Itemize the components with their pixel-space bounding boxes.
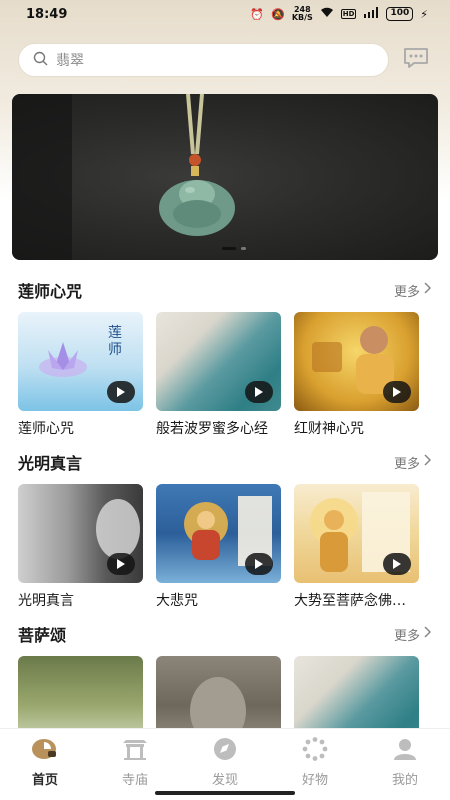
play-icon [392,555,402,574]
more-label: 更多 [393,456,420,472]
profile-icon [391,737,419,765]
play-icon [116,555,126,574]
svg-text:师: 师 [108,342,122,358]
section-title: 菩萨颂 [18,626,67,645]
home-icon [31,737,59,765]
banner-pagination [222,247,246,250]
message-button[interactable] [401,45,431,75]
media-card[interactable]: 般若波罗蜜多心经 [156,312,281,438]
more-label: 更多 [393,628,420,644]
search-icon [33,51,48,70]
compass-icon [211,737,239,765]
section-title: 光明真言 [18,454,83,473]
more-button[interactable]: 更多 [394,453,432,472]
banner-dot-active [222,247,236,250]
card-row: 莲 师 莲师心咒 般若波罗蜜多心经 红财神心咒 [0,312,450,438]
status-bar: 18:49 ⏰ 🔕 248 KB/S HD 100 ⚡ [0,0,450,28]
card-title: 大势至菩萨念佛圆通章 [294,593,419,609]
card-row: 光明真言 大悲咒 大势至菩萨念佛圆通 [0,484,450,610]
section-lianshi: 莲师心咒 更多 莲 师 莲师心咒 般若波罗蜜多心经 红财神心咒 [0,278,450,438]
play-icon [392,383,402,402]
more-button[interactable]: 更多 [394,625,432,644]
card-title: 大悲咒 [156,593,198,609]
card-title: 莲师心咒 [18,421,74,437]
play-button[interactable] [245,553,273,575]
bottom-tab-bar: 首页 寺庙 发现 好物 我的 [0,728,450,790]
message-icon [402,46,430,74]
search-row: 翡翠 [18,43,434,77]
play-icon [116,383,126,402]
more-label: 更多 [393,284,420,300]
tab-discover[interactable]: 发现 [180,729,270,790]
charging-icon: ⚡ [420,7,428,21]
net-speed: 248 KB/S [292,6,313,22]
status-time: 18:49 [26,6,68,22]
jade-pendant-image [12,94,235,260]
card-thumbnail [156,484,281,583]
tab-label: 发现 [211,773,238,788]
play-icon [254,555,264,574]
card-thumbnail: 莲 师 [18,312,143,411]
search-input[interactable]: 翡翠 [18,43,389,77]
card-title: 红财神心咒 [294,421,364,437]
tab-label: 首页 [31,773,58,788]
card-thumbnail [294,312,419,411]
section-header: 菩萨颂 更多 [0,622,450,646]
section-guangming: 光明真言 更多 光明真言 大悲咒 大势至菩萨念佛圆通 [0,450,450,610]
play-button[interactable] [383,553,411,575]
chevron-right-icon [424,454,432,470]
chevron-right-icon [424,626,432,642]
net-speed-unit: KB/S [291,13,313,22]
card-title: 般若波罗蜜多心经 [156,421,268,437]
banner-carousel[interactable] [12,94,438,260]
mute-icon: 🔕 [271,7,285,21]
chevron-right-icon [424,282,432,298]
hd-icon: HD [340,9,357,19]
play-button[interactable] [383,381,411,403]
section-header: 光明真言 更多 [0,450,450,474]
tab-goods[interactable]: 好物 [270,729,360,790]
tab-home[interactable]: 首页 [0,729,90,790]
temple-icon [121,737,149,765]
svg-text:莲: 莲 [108,325,122,341]
media-card[interactable]: 大悲咒 [156,484,281,610]
signal-icon [363,7,379,21]
tab-temple[interactable]: 寺庙 [90,729,180,790]
tab-label: 好物 [301,773,328,788]
media-card[interactable]: 红财神心咒 [294,312,419,438]
battery-icon: 100 [386,7,414,21]
alarm-icon: ⏰ [250,7,265,21]
section-header: 莲师心咒 更多 [0,278,450,302]
home-indicator [155,791,295,795]
media-card[interactable]: 光明真言 [18,484,143,610]
beads-icon [301,737,329,765]
status-icons: ⏰ 🔕 248 KB/S HD 100 ⚡ [250,6,428,22]
media-card[interactable]: 大势至菩萨念佛圆通章 [294,484,419,610]
play-button[interactable] [107,381,135,403]
play-button[interactable] [107,553,135,575]
tab-label: 寺庙 [121,773,148,788]
more-button[interactable]: 更多 [394,281,432,300]
tab-label: 我的 [391,773,418,788]
wifi-icon [320,7,334,21]
play-button[interactable] [245,381,273,403]
card-title: 光明真言 [18,593,74,609]
media-card[interactable]: 莲 师 莲师心咒 [18,312,143,438]
card-thumbnail [294,484,419,583]
section-title: 莲师心咒 [18,282,83,301]
card-thumbnail [18,484,143,583]
tab-profile[interactable]: 我的 [360,729,450,790]
search-placeholder: 翡翠 [56,53,84,69]
card-thumbnail [156,312,281,411]
banner-dot [241,247,246,250]
play-icon [254,383,264,402]
